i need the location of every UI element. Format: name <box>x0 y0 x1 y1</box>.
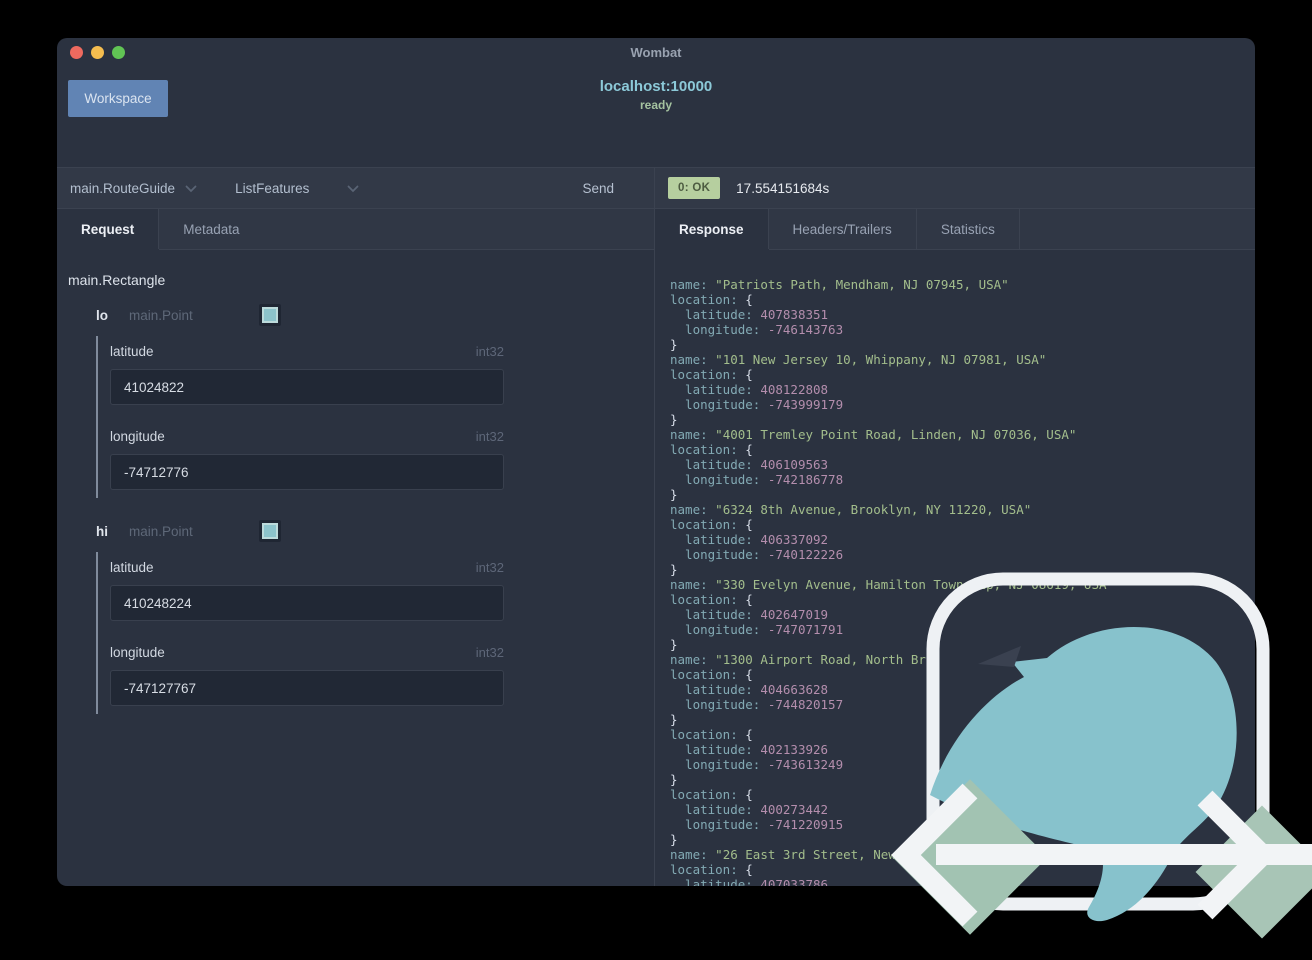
field-hi-latitude: latitude int32 <box>110 560 643 621</box>
group-lo-header: lo main.Point <box>96 304 643 326</box>
response-tabs: Response Headers/Trailers Statistics <box>655 209 1255 250</box>
message-type-label: main.Rectangle <box>68 272 166 288</box>
checkbox-check <box>261 307 278 323</box>
method-select[interactable]: ListFeatures <box>235 181 359 196</box>
field-label: latitude <box>110 344 154 359</box>
hi-latitude-input[interactable] <box>110 585 504 621</box>
send-button[interactable]: Send <box>576 180 620 197</box>
group-field-type: main.Point <box>129 523 193 539</box>
lo-longitude-input[interactable] <box>110 454 504 490</box>
tab-headers-trailers[interactable]: Headers/Trailers <box>769 209 917 249</box>
minimize-button[interactable] <box>91 46 104 59</box>
titlebar: Wombat <box>57 38 1255 66</box>
field-type: int32 <box>475 560 504 575</box>
request-form: main.Rectangle lo main.Point latitude in… <box>57 250 654 886</box>
group-field-type: main.Point <box>129 307 193 323</box>
field-hi-longitude: longitude int32 <box>110 645 643 706</box>
window-title: Wombat <box>630 44 682 60</box>
app-window: Wombat Workspace localhost:10000 ready m… <box>57 38 1255 886</box>
response-pane: Response Headers/Trailers Statistics nam… <box>655 209 1255 886</box>
group-hi-header: hi main.Point <box>96 520 643 542</box>
lo-latitude-input[interactable] <box>110 369 504 405</box>
response-scroll-area[interactable]: name: "Patriots Path, Mendham, NJ 07945,… <box>655 250 1255 886</box>
checkbox-check <box>261 523 278 539</box>
close-button[interactable] <box>70 46 83 59</box>
field-label: longitude <box>110 645 165 660</box>
response-output: name: "Patriots Path, Mendham, NJ 07945,… <box>670 277 1115 886</box>
traffic-lights <box>70 46 125 59</box>
server-status: ready <box>639 98 673 112</box>
chevron-down-icon <box>185 185 197 193</box>
group-field-name: lo <box>96 307 108 323</box>
response-toolbar: 0: OK 17.554151684s <box>655 168 1255 209</box>
hi-enabled-checkbox[interactable] <box>258 520 281 542</box>
group-lo-fields: latitude int32 longitude int32 <box>96 336 643 498</box>
tab-request[interactable]: Request <box>57 209 160 249</box>
server-info: localhost:10000 ready <box>57 78 1255 112</box>
response-duration: 17.554151684s <box>736 180 830 196</box>
server-address: localhost:10000 <box>599 78 713 95</box>
service-select[interactable]: main.RouteGuide <box>70 181 197 196</box>
field-type: int32 <box>475 645 504 660</box>
header: Workspace localhost:10000 ready <box>57 66 1255 168</box>
group-field-name: hi <box>96 523 108 539</box>
field-lo-latitude: latitude int32 <box>110 344 643 405</box>
status-badge: 0: OK <box>668 177 721 199</box>
lo-enabled-checkbox[interactable] <box>258 304 281 326</box>
tab-response[interactable]: Response <box>655 209 769 249</box>
service-select-label: main.RouteGuide <box>70 180 176 196</box>
tab-metadata[interactable]: Metadata <box>159 209 263 249</box>
tab-statistics[interactable]: Statistics <box>917 209 1020 249</box>
request-pane: Request Metadata main.Rectangle lo main.… <box>57 209 655 886</box>
field-label: longitude <box>110 429 165 444</box>
request-tabs: Request Metadata <box>57 209 654 250</box>
field-label: latitude <box>110 560 154 575</box>
workspace-button[interactable]: Workspace <box>68 80 168 117</box>
chevron-down-icon <box>347 185 359 193</box>
field-lo-longitude: longitude int32 <box>110 429 643 490</box>
zoom-button[interactable] <box>112 46 125 59</box>
group-hi-fields: latitude int32 longitude int32 <box>96 552 643 714</box>
field-type: int32 <box>475 429 504 444</box>
field-type: int32 <box>475 344 504 359</box>
request-toolbar: main.RouteGuide ListFeatures Send <box>57 168 655 209</box>
method-select-label: ListFeatures <box>235 180 310 196</box>
hi-longitude-input[interactable] <box>110 670 504 706</box>
